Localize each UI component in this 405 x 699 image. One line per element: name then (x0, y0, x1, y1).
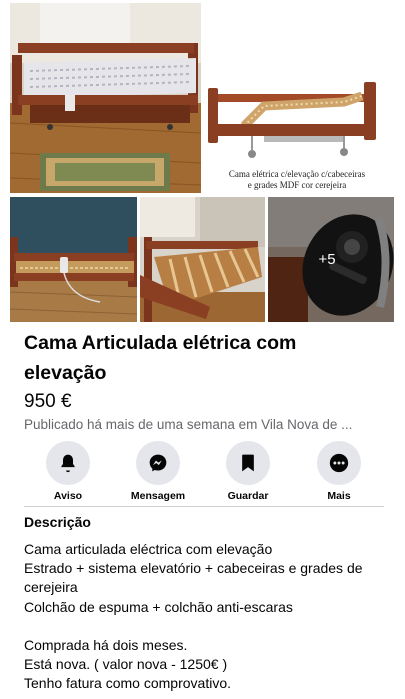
more-photos-overlay[interactable]: +5 (268, 197, 394, 322)
more-photos-count: +5 (318, 251, 336, 268)
photo-caption-line-2: e grades MDF cor cerejeira (247, 180, 347, 190)
listing-title: Cama Articulada elétrica com elevação (24, 332, 297, 384)
listing-photo-2[interactable]: Cama elétrica c/elevação c/cabeceiras e … (204, 56, 390, 194)
bell-icon (46, 441, 90, 485)
photo-caption: Cama elétrica c/elevação c/cabeceiras e … (204, 169, 390, 191)
messenger-icon (136, 441, 180, 485)
listing-price: 950 € (24, 391, 72, 412)
save-button[interactable]: Guardar (208, 441, 288, 502)
description-line: Comprada há dois meses. (24, 637, 188, 653)
description-body: Cama articulada eléctrica com elevação E… (24, 540, 386, 694)
listing-photo-1[interactable] (10, 3, 201, 193)
description-line: Está nova. ( valor nova - 1250€ ) (24, 656, 228, 673)
photo-gallery: Cama elétrica c/elevação c/cabeceiras e … (0, 0, 405, 325)
description-line (24, 617, 386, 636)
listing-photo-5-more[interactable]: +5 (268, 197, 394, 322)
listing-photo-3[interactable] (10, 197, 137, 322)
more-icon (317, 441, 361, 485)
description-line: Estrado + sistema elevatório + cabeceira… (24, 560, 363, 596)
listing-photo-4[interactable] (140, 197, 265, 322)
listing-location-meta[interactable]: Publicado há mais de uma semana em Vila … (24, 417, 384, 432)
description-line: Cama articulada eléctrica com elevação (24, 541, 273, 557)
description-line: Tenho fatura como comprovativo. (24, 675, 231, 692)
more-label: Mais (327, 490, 351, 502)
message-label: Mensagem (130, 490, 186, 502)
description-heading: Descrição (24, 514, 91, 530)
section-divider (24, 506, 384, 507)
more-button[interactable]: Mais (299, 441, 379, 502)
save-label: Guardar (227, 490, 269, 502)
photo-caption-line-1: Cama elétrica c/elevação c/cabeceiras (228, 169, 366, 179)
message-button[interactable]: Mensagem (118, 441, 198, 502)
alert-label: Aviso (53, 490, 83, 502)
bookmark-icon (226, 441, 270, 485)
action-bar: Aviso Mensagem Guardar Mais (0, 441, 405, 503)
description-line: Colchão de espuma + colchão anti-escaras (24, 598, 293, 615)
alert-button[interactable]: Aviso (28, 441, 108, 502)
